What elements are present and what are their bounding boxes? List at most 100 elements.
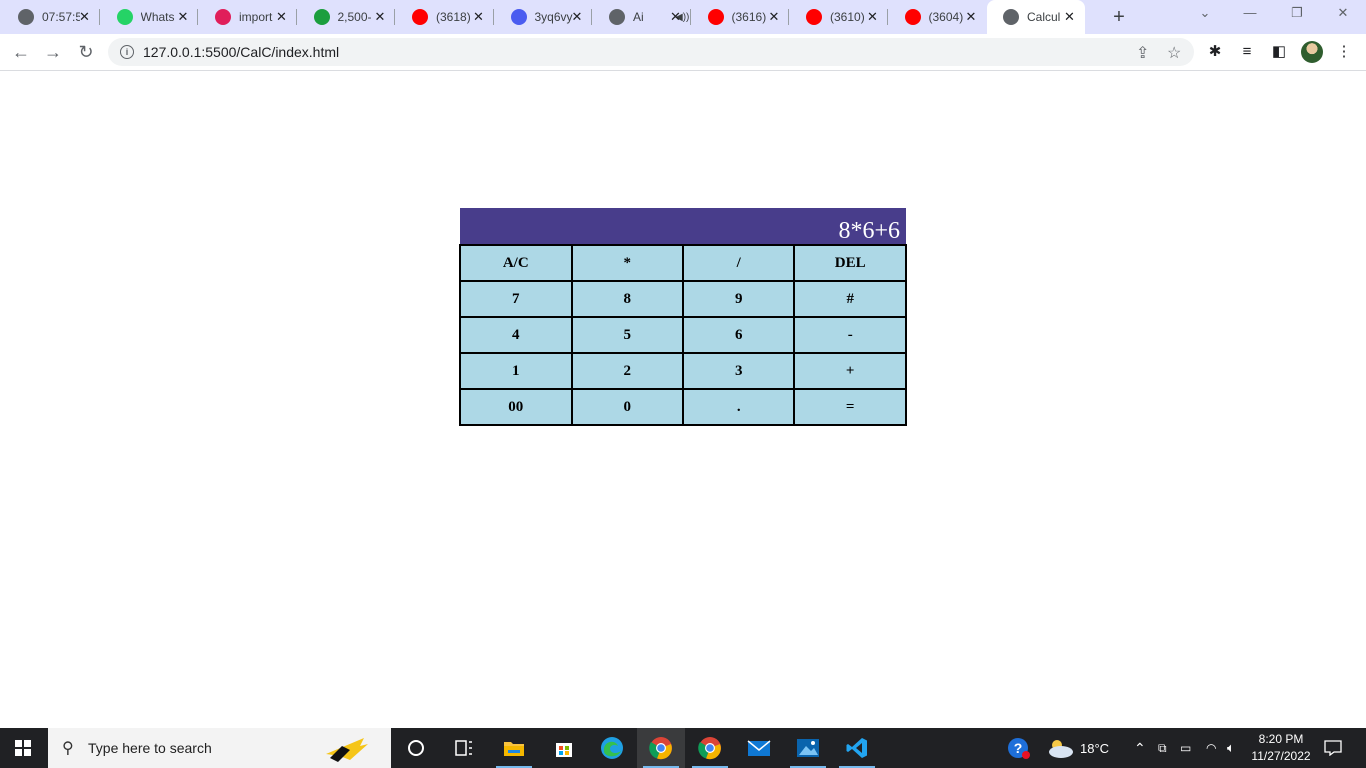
clock-time: 8:20 PM bbox=[1258, 732, 1304, 746]
cortana-icon[interactable] bbox=[392, 728, 440, 768]
calc-button[interactable]: / bbox=[681, 244, 796, 282]
calc-button[interactable]: 8 bbox=[570, 280, 684, 318]
task-view-icon[interactable] bbox=[440, 728, 488, 768]
extensions-icon[interactable]: ✱ bbox=[1205, 42, 1225, 62]
calc-button[interactable]: # bbox=[793, 280, 907, 318]
restore-button[interactable]: ❐ bbox=[1285, 5, 1309, 21]
reload-button[interactable]: ↻ bbox=[74, 40, 98, 64]
tab-separator bbox=[394, 9, 395, 25]
notification-icon[interactable] bbox=[1324, 728, 1342, 768]
close-window-button[interactable]: ✕ bbox=[1331, 5, 1355, 21]
weather-temp[interactable]: 18°C bbox=[1080, 728, 1109, 768]
close-tab-icon[interactable]: ✕ bbox=[767, 9, 781, 25]
close-tab-icon[interactable]: ✕ bbox=[275, 9, 289, 25]
tab-title: 07:57:5 bbox=[42, 10, 80, 24]
mail-icon[interactable] bbox=[735, 728, 783, 768]
browser-tab[interactable]: (3618) ✕ bbox=[396, 0, 494, 34]
share-icon[interactable]: ⇪ bbox=[1136, 43, 1149, 63]
browser-tab[interactable]: 07:57:5 ✕ bbox=[2, 0, 100, 34]
clock[interactable]: 8:20 PM 11/27/2022 bbox=[1248, 731, 1314, 765]
codecademy-icon bbox=[313, 9, 330, 25]
calc-button[interactable]: 2 bbox=[570, 352, 684, 390]
browser-tab[interactable]: (3610) ✕ bbox=[790, 0, 888, 34]
calculator-row: A/C * / DEL bbox=[459, 244, 907, 282]
windows-start-icon[interactable] bbox=[15, 740, 31, 756]
taskbar: ⚲ Type here to search ? 18°C ⌃ ⧉ ▭ ◠ 🔈︎ … bbox=[0, 728, 1366, 768]
minimize-button[interactable]: — bbox=[1238, 5, 1262, 20]
calc-button[interactable]: + bbox=[793, 352, 907, 390]
search-placeholder: Type here to search bbox=[88, 740, 212, 756]
menu-kebab-icon[interactable]: ⋮ bbox=[1334, 42, 1354, 62]
browser-tab[interactable]: (3604) ✕ bbox=[889, 0, 987, 34]
microsoft-store-icon[interactable] bbox=[540, 728, 588, 768]
close-tab-icon[interactable]: ✕ bbox=[373, 9, 387, 25]
calc-button[interactable]: 5 bbox=[570, 316, 684, 354]
close-tab-icon[interactable]: ✕ bbox=[866, 9, 880, 25]
calculator-row: 7 8 9 # bbox=[459, 280, 907, 318]
photos-icon[interactable] bbox=[784, 728, 832, 768]
vscode-icon[interactable] bbox=[833, 728, 881, 768]
calc-button[interactable]: 7 bbox=[459, 280, 573, 318]
address-bar[interactable]: i 127.0.0.1:5500/CalC/index.html ⇪ ☆ bbox=[108, 38, 1194, 66]
browser-tab[interactable]: 2,500- ✕ bbox=[298, 0, 395, 34]
help-tray-icon[interactable]: ? bbox=[1007, 728, 1031, 768]
battery-icon[interactable]: ▭ bbox=[1180, 728, 1191, 768]
tab-separator bbox=[98, 9, 100, 25]
file-explorer-icon[interactable] bbox=[490, 728, 538, 768]
calc-button[interactable]: - bbox=[793, 316, 907, 354]
calc-button[interactable]: 6 bbox=[681, 316, 796, 354]
calc-button[interactable]: DEL bbox=[793, 244, 907, 282]
browser-tab[interactable]: Whats ✕ bbox=[101, 0, 198, 34]
close-tab-icon[interactable]: ✕ bbox=[570, 9, 584, 25]
chrome-icon[interactable] bbox=[637, 728, 685, 768]
calc-button[interactable]: 1 bbox=[459, 352, 573, 390]
tab-separator bbox=[788, 9, 789, 25]
tab-search-icon[interactable]: ⌄ bbox=[1193, 5, 1217, 21]
close-tab-icon[interactable]: ✕ bbox=[78, 9, 92, 25]
calc-button[interactable]: 0 bbox=[570, 388, 684, 426]
wifi-icon[interactable]: ◠ bbox=[1206, 728, 1216, 768]
calc-button[interactable]: 9 bbox=[681, 280, 796, 318]
calculator-row: 456- bbox=[459, 316, 907, 354]
browser-tab[interactable]: Ai ◀)) ✕ bbox=[593, 0, 691, 34]
close-tab-icon[interactable]: ✕ bbox=[964, 9, 978, 25]
youtube-icon bbox=[904, 9, 921, 25]
youtube-icon bbox=[412, 9, 428, 25]
new-tab-button[interactable]: + bbox=[1108, 6, 1130, 28]
side-panel-icon[interactable]: ◧ bbox=[1269, 42, 1289, 62]
calc-button[interactable]: . bbox=[681, 388, 796, 426]
calc-button[interactable]: = bbox=[793, 388, 907, 426]
tab-separator bbox=[591, 9, 592, 25]
browser-tab[interactable]: 3yq6vy ✕ bbox=[495, 0, 592, 34]
volume-icon[interactable]: 🔈︎ bbox=[1227, 728, 1235, 768]
tab-title: Whats bbox=[140, 10, 175, 24]
chevron-up-icon[interactable]: ⌃ bbox=[1134, 728, 1146, 768]
url-text[interactable]: 127.0.0.1:5500/CalC/index.html bbox=[143, 44, 339, 60]
browser-tab[interactable]: Calcul ✕ bbox=[987, 0, 1085, 34]
back-button[interactable]: ← bbox=[9, 40, 33, 64]
browser-tab[interactable]: (3616) ✕ bbox=[692, 0, 789, 34]
profile-avatar[interactable] bbox=[1301, 41, 1323, 63]
taskbar-search[interactable]: ⚲ Type here to search bbox=[48, 728, 391, 768]
close-tab-icon[interactable]: ✕ bbox=[176, 9, 190, 25]
calc-button[interactable]: 3 bbox=[681, 352, 796, 390]
bookmark-star-icon[interactable]: ☆ bbox=[1167, 43, 1181, 63]
chrome-profile-icon[interactable] bbox=[686, 728, 734, 768]
weather-cloud-icon[interactable] bbox=[1045, 728, 1075, 768]
edge-icon[interactable] bbox=[588, 728, 636, 768]
site-info-icon[interactable]: i bbox=[120, 45, 134, 59]
calc-button[interactable]: 4 bbox=[459, 316, 573, 354]
calc-button[interactable]: A/C bbox=[459, 244, 573, 282]
meet-now-icon[interactable]: ⧉ bbox=[1158, 728, 1167, 768]
close-tab-icon[interactable]: ✕ bbox=[472, 9, 486, 25]
clock-date: 11/27/2022 bbox=[1251, 749, 1311, 763]
youtube-icon bbox=[707, 9, 724, 25]
calc-button[interactable]: 00 bbox=[459, 388, 573, 426]
calc-button[interactable]: * bbox=[570, 244, 684, 282]
close-tab-icon[interactable]: ✕ bbox=[1063, 9, 1077, 25]
browser-tab[interactable]: import ✕ bbox=[199, 0, 297, 34]
media-control-icon[interactable]: ≡ bbox=[1237, 42, 1257, 62]
search-icon: ⚲ bbox=[62, 740, 74, 757]
close-tab-icon[interactable]: ✕ bbox=[669, 9, 683, 25]
forward-button[interactable]: → bbox=[41, 40, 65, 64]
